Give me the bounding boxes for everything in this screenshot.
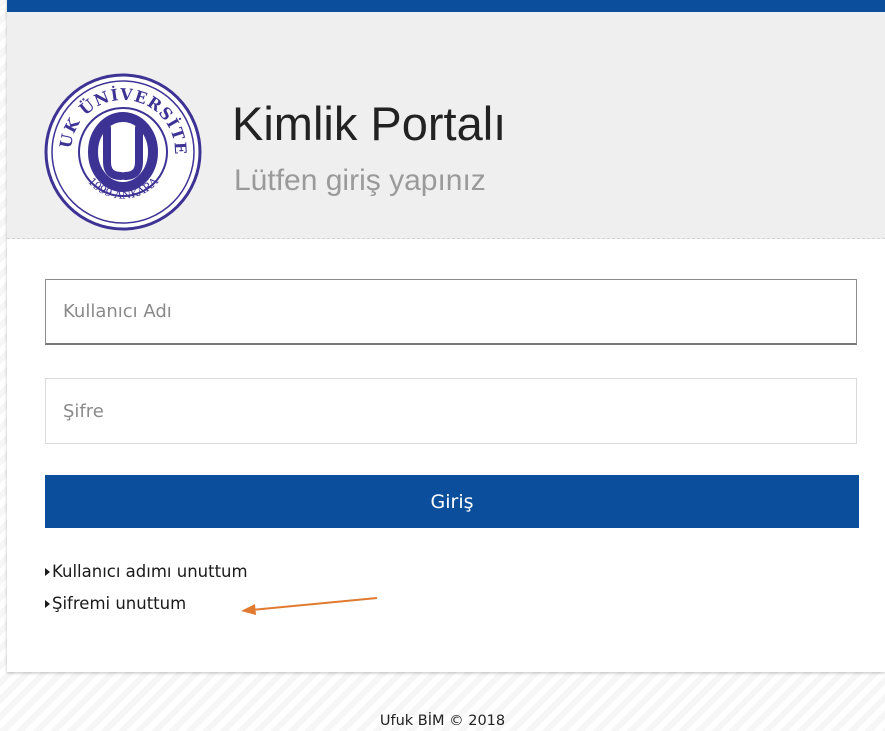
caret-right-icon: [45, 567, 50, 576]
portal-header: UFUK ÜNİVERSİTESİ 1999 ANKARA Kimlik Por…: [7, 12, 885, 239]
login-button[interactable]: Giriş: [45, 475, 859, 528]
page-title: Kimlik Portalı: [232, 97, 507, 150]
forgot-password-label: Şifremi unuttum: [52, 594, 187, 613]
footer-copyright: Ufuk BİM © 2018: [379, 713, 506, 729]
top-accent-bar: [7, 0, 885, 12]
login-panel: UFUK ÜNİVERSİTESİ 1999 ANKARA Kimlik Por…: [7, 0, 885, 672]
username-input[interactable]: [45, 279, 857, 345]
forgot-username-label: Kullanıcı adımı unuttum: [52, 562, 248, 581]
arrow-left-icon: [241, 597, 378, 615]
forgot-username-link[interactable]: Kullanıcı adımı unuttum: [45, 562, 248, 581]
university-logo: UFUK ÜNİVERSİTESİ 1999 ANKARA: [43, 72, 202, 231]
page-subtitle: Lütfen giriş yapınız: [234, 164, 486, 197]
forgot-password-link[interactable]: Şifremi unuttum: [45, 594, 186, 613]
password-input[interactable]: [45, 378, 857, 444]
caret-right-icon: [45, 599, 50, 608]
